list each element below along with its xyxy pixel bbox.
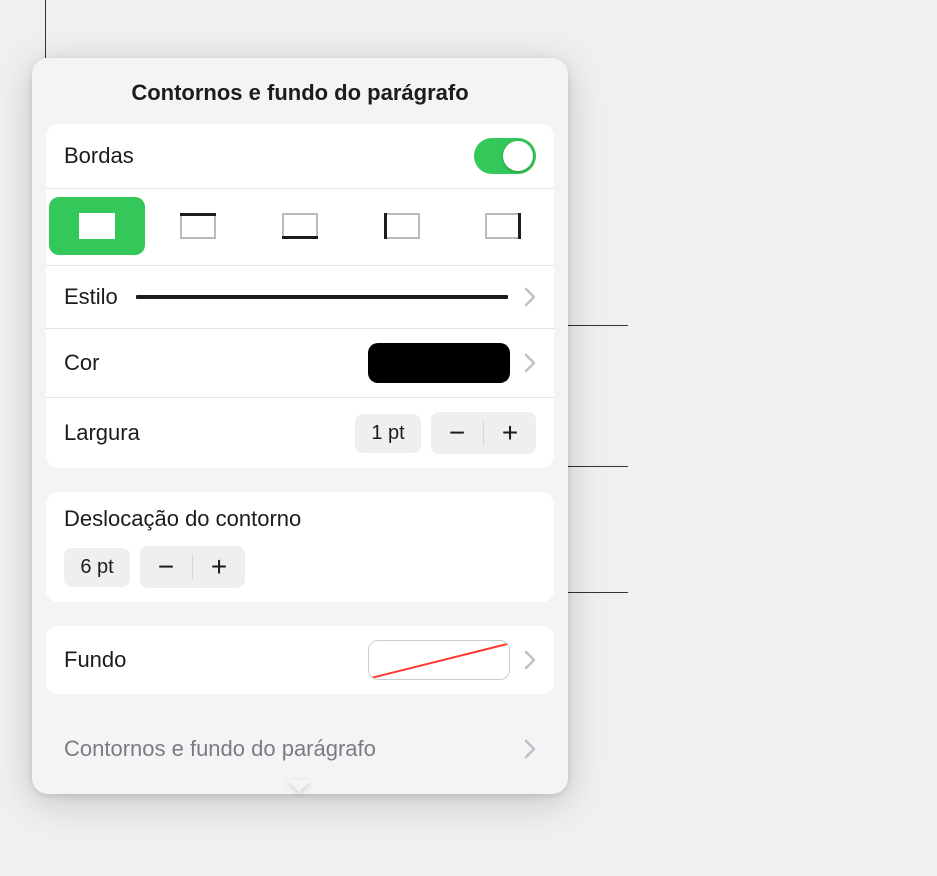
background-section: Fundo — [46, 626, 554, 694]
borders-section: Bordas — [46, 124, 554, 468]
width-label: Largura — [64, 420, 140, 446]
offset-label: Deslocação do contorno — [64, 506, 301, 532]
width-stepper: − + — [431, 412, 536, 454]
style-preview — [136, 295, 508, 299]
popover-panel: Contornos e fundo do parágrafo Bordas — [32, 58, 568, 794]
border-all-icon — [75, 209, 119, 243]
color-label: Cor — [64, 350, 99, 376]
offset-increment-button[interactable]: + — [193, 546, 245, 588]
offset-row: Deslocação do contorno 6 pt − + — [46, 492, 554, 602]
background-color-well[interactable] — [368, 640, 510, 680]
footer-row[interactable]: Contornos e fundo do parágrafo — [46, 718, 554, 786]
width-increment-button[interactable]: + — [484, 412, 536, 454]
style-row[interactable]: Estilo — [46, 265, 554, 328]
footer-label: Contornos e fundo do parágrafo — [64, 736, 376, 762]
border-right-button[interactable] — [455, 197, 551, 255]
border-top-icon — [176, 209, 220, 243]
offset-value: 6 pt — [64, 548, 130, 587]
chevron-right-icon — [524, 287, 536, 307]
width-row: Largura 1 pt − + — [46, 397, 554, 468]
border-left-button[interactable] — [354, 197, 450, 255]
callout-line — [45, 0, 46, 58]
popover-title: Contornos e fundo do parágrafo — [32, 58, 568, 124]
borders-toggle[interactable] — [474, 138, 536, 174]
width-decrement-button[interactable]: − — [431, 412, 483, 454]
popover-arrow — [287, 792, 311, 804]
border-all-button[interactable] — [49, 197, 145, 255]
callout-line — [568, 325, 628, 326]
color-well[interactable] — [368, 343, 510, 383]
border-top-button[interactable] — [150, 197, 246, 255]
borders-label: Bordas — [64, 143, 134, 169]
offset-stepper: − + — [140, 546, 245, 588]
offset-decrement-button[interactable]: − — [140, 546, 192, 588]
border-left-icon — [380, 209, 424, 243]
chevron-right-icon — [524, 650, 536, 670]
border-right-icon — [481, 209, 525, 243]
width-value: 1 pt — [355, 414, 421, 453]
offset-section: Deslocação do contorno 6 pt − + — [46, 492, 554, 602]
background-label: Fundo — [64, 647, 126, 673]
toggle-knob — [503, 141, 533, 171]
callout-line — [568, 466, 628, 467]
style-label: Estilo — [64, 284, 118, 310]
background-row[interactable]: Fundo — [46, 626, 554, 694]
chevron-right-icon — [524, 353, 536, 373]
border-bottom-button[interactable] — [252, 197, 348, 255]
border-position-segments — [46, 188, 554, 265]
borders-toggle-row: Bordas — [46, 124, 554, 188]
border-bottom-icon — [278, 209, 322, 243]
callout-line — [568, 592, 628, 593]
chevron-right-icon — [524, 739, 536, 759]
color-row[interactable]: Cor — [46, 328, 554, 397]
